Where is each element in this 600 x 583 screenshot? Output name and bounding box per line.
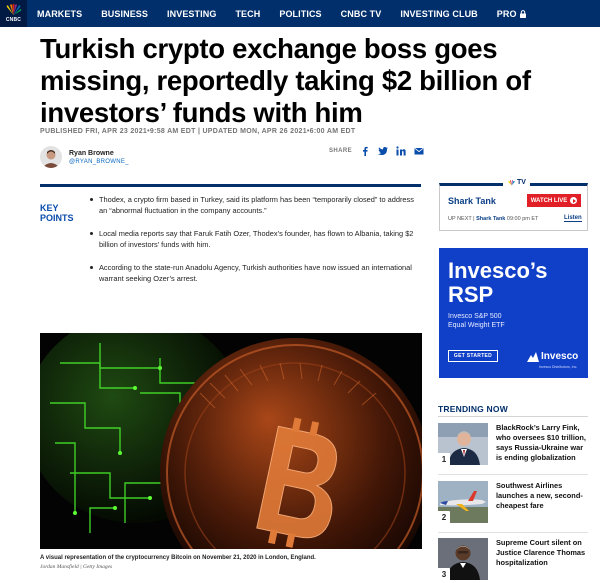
- tv-up-next: UP NEXT | Shark Tank 09:00 pm ET: [448, 216, 538, 222]
- key-points-rule: [40, 184, 421, 187]
- listen-link[interactable]: Listen: [564, 215, 582, 222]
- cnbc-tv-logo: TV: [503, 179, 530, 186]
- image-caption: A visual representation of the cryptocur…: [40, 555, 316, 561]
- tv-logo-text: TV: [517, 179, 526, 186]
- share-label: SHARE: [329, 148, 353, 154]
- author-info: Ryan Browne @RYAN_BROWNE_: [69, 150, 129, 165]
- ad-title-line2: RSP: [448, 282, 494, 307]
- key-points-label-line1: KEY: [40, 203, 59, 213]
- lock-icon: [519, 9, 526, 18]
- trending-rank: 3: [438, 568, 450, 580]
- key-points-label: KEY POINTS: [40, 203, 80, 223]
- play-icon: [570, 197, 578, 204]
- nav-items: MARKETS BUSINESS INVESTING TECH POLITICS…: [37, 9, 545, 19]
- article-headline: Turkish crypto exchange boss goes missin…: [40, 33, 531, 128]
- cnbc-tv-widget: TV Shark Tank WATCH LIVE UP NEXT | Shark…: [439, 179, 588, 231]
- trending-rank: 1: [438, 453, 450, 465]
- nav-item-business[interactable]: BUSINESS: [101, 9, 148, 19]
- ad-fine-print: Invesco Distributors, Inc.: [539, 365, 578, 369]
- trending-item[interactable]: 1 BlackRock’s Larry Fink, who oversees $…: [438, 423, 590, 473]
- nav-item-politics[interactable]: POLITICS: [279, 9, 321, 19]
- trending-rank: 2: [438, 511, 450, 523]
- watch-live-button[interactable]: WATCH LIVE: [527, 194, 581, 207]
- ad-brand-name: Invesco: [541, 351, 579, 362]
- email-icon[interactable]: [414, 146, 424, 156]
- share-bar: SHARE: [329, 146, 432, 156]
- logo-text: CNBC: [5, 17, 22, 23]
- up-next-show: Shark Tank: [476, 216, 506, 222]
- watch-live-label: WATCH LIVE: [530, 197, 568, 204]
- trending-thumbnail: 3: [438, 538, 488, 580]
- nav-item-pro-label: PRO: [496, 8, 517, 19]
- author-name[interactable]: Ryan Browne: [69, 150, 129, 157]
- facebook-icon[interactable]: [360, 146, 370, 156]
- trending-separator: [438, 474, 588, 475]
- nav-item-tech[interactable]: TECH: [235, 9, 260, 19]
- key-points-label-line2: POINTS: [40, 213, 74, 223]
- twitter-icon[interactable]: [378, 146, 389, 156]
- ad-sub-line2: Equal Weight ETF: [448, 322, 505, 329]
- ad-get-started-button[interactable]: GET STARTED: [448, 350, 498, 362]
- key-point: Thodex, a crypto firm based in Turkey, s…: [90, 194, 415, 216]
- trending-item[interactable]: 3 Supreme Court silent on Justice Claren…: [438, 538, 590, 583]
- trending-headline[interactable]: BlackRock’s Larry Fink, who oversees $10…: [496, 423, 590, 463]
- key-points-list: Thodex, a crypto firm based in Turkey, s…: [90, 194, 415, 296]
- up-next-time: 09:00 pm ET: [505, 216, 539, 222]
- nav-item-investing[interactable]: INVESTING: [167, 9, 216, 19]
- cnbc-logo[interactable]: CNBC: [0, 0, 27, 27]
- nav-item-cnbc-tv[interactable]: CNBC TV: [341, 9, 382, 19]
- linkedin-icon[interactable]: [396, 146, 406, 156]
- key-point: According to the state-run Anadolu Agenc…: [90, 262, 415, 284]
- trending-rule: [438, 416, 588, 417]
- peacock-icon: [6, 4, 22, 16]
- trending-headline[interactable]: Supreme Court silent on Justice Clarence…: [496, 538, 590, 568]
- top-nav: CNBC MARKETS BUSINESS INVESTING TECH POL…: [0, 0, 600, 27]
- trending-thumbnail: 1: [438, 423, 488, 465]
- ad-subtitle: Invesco S&P 500 Equal Weight ETF: [448, 312, 505, 330]
- trending-title: TRENDING NOW: [438, 404, 508, 414]
- ad-headline: Invesco’s RSP: [448, 259, 547, 307]
- author-block: Ryan Browne @RYAN_BROWNE_: [40, 146, 129, 168]
- trending-headline[interactable]: Southwest Airlines launches a new, secon…: [496, 481, 590, 511]
- trending-thumbnail: 2: [438, 481, 488, 523]
- nav-item-investing-club[interactable]: INVESTING CLUB: [400, 9, 477, 19]
- nav-item-markets[interactable]: MARKETS: [37, 9, 82, 19]
- invesco-mountain-icon: [527, 351, 539, 362]
- person-icon: [42, 150, 60, 168]
- author-handle[interactable]: @RYAN_BROWNE_: [69, 159, 129, 165]
- tv-show-title[interactable]: Shark Tank: [448, 196, 496, 206]
- peacock-icon: [508, 179, 515, 185]
- image-credit: Jordan Mansfield | Getty Images: [40, 564, 113, 570]
- bitcoin-coins-image: [40, 333, 422, 549]
- article-dateline: PUBLISHED FRI, APR 23 2021•9:58 AM EDT |…: [40, 128, 356, 135]
- bitcoin-photo[interactable]: [40, 333, 422, 549]
- invesco-ad[interactable]: Invesco’s RSP Invesco S&P 500 Equal Weig…: [439, 248, 588, 378]
- up-next-prefix: UP NEXT |: [448, 216, 477, 222]
- ad-title-line1: Invesco’s: [448, 258, 548, 283]
- trending-separator: [438, 532, 588, 533]
- trending-item[interactable]: 2 Southwest Airlines launches a new, sec…: [438, 481, 590, 531]
- invesco-logo: Invesco: [527, 351, 578, 362]
- author-avatar[interactable]: [40, 146, 62, 168]
- key-point: Local media reports say that Faruk Fatih…: [90, 228, 415, 250]
- nav-item-pro[interactable]: PRO: [497, 9, 526, 19]
- ad-sub-line1: Invesco S&P 500: [448, 313, 502, 320]
